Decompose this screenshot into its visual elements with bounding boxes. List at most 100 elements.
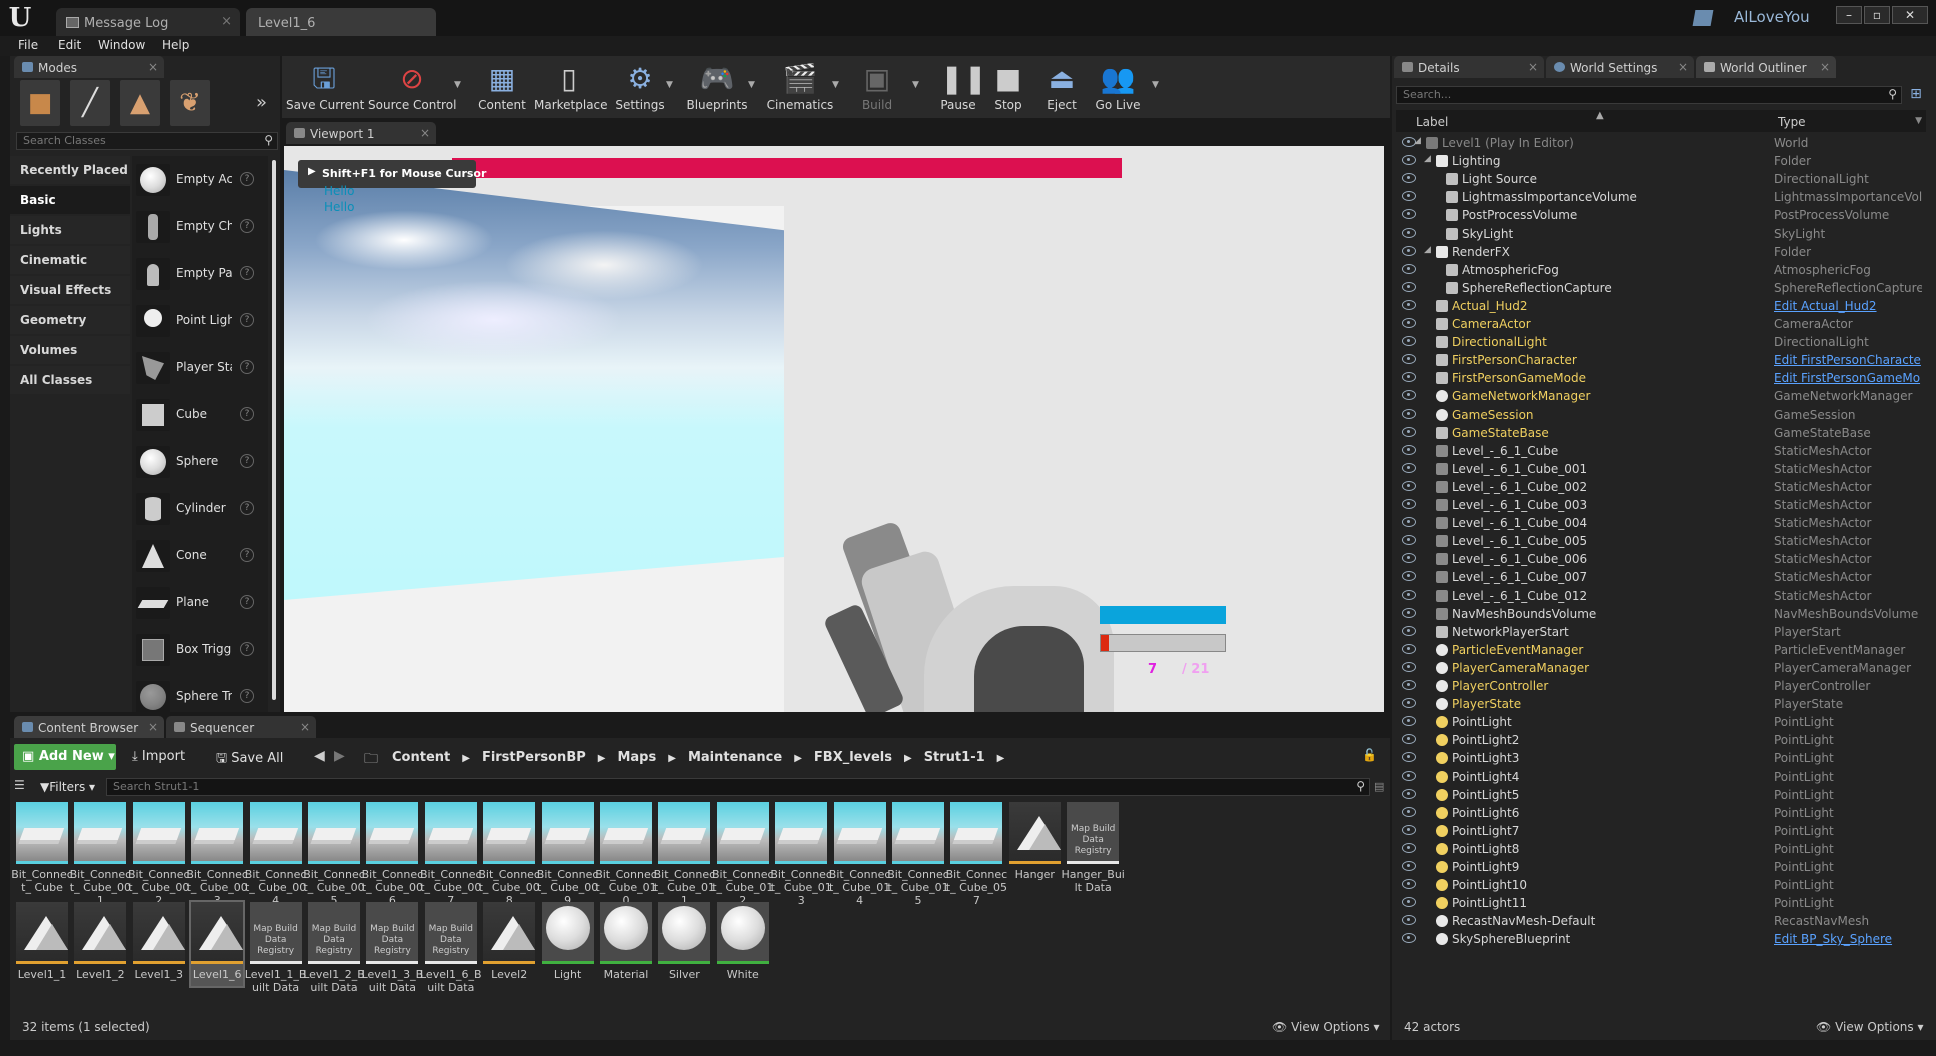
eye-icon[interactable] xyxy=(1402,444,1416,455)
eye-icon[interactable] xyxy=(1402,263,1416,274)
help-icon[interactable]: ? xyxy=(240,548,254,562)
build-button[interactable]: ▣ Build xyxy=(852,60,902,116)
settings-button[interactable]: ⚙ Settings xyxy=(610,60,670,116)
asset-tile[interactable]: Material xyxy=(600,902,652,986)
asset-tile[interactable]: Map Build Data Registry Level1_1_Built Da… xyxy=(245,902,306,994)
outliner-row[interactable]: PointLight8 PointLight xyxy=(1396,840,1924,858)
outliner-row[interactable]: GameNetworkManager GameNetworkManager xyxy=(1396,387,1924,405)
eye-icon[interactable] xyxy=(1402,227,1416,238)
marketplace-button[interactable]: ▯ Marketplace xyxy=(534,60,608,116)
eye-icon[interactable] xyxy=(1402,625,1416,636)
expand-arrow-icon[interactable]: ◢ xyxy=(1424,154,1431,164)
close-icon[interactable]: × xyxy=(1678,60,1688,74)
edit-blueprint-link[interactable]: Edit BP_Sky_Sphere xyxy=(1774,932,1922,946)
outliner-row[interactable]: PlayerCameraManager PlayerCameraManager xyxy=(1396,659,1924,677)
eye-icon[interactable] xyxy=(1402,861,1416,871)
eye-icon[interactable] xyxy=(1402,408,1416,419)
breadcrumb-item[interactable]: Maps xyxy=(617,750,656,765)
place-item[interactable]: Cone? xyxy=(132,534,262,578)
eye-icon[interactable] xyxy=(1402,698,1416,709)
save-search-icon[interactable]: ▤ xyxy=(1374,780,1384,793)
breadcrumb-item[interactable]: FBX_levels xyxy=(814,750,892,765)
help-icon[interactable]: ? xyxy=(240,313,254,327)
tab-modes[interactable]: Modes × xyxy=(14,56,164,78)
outliner-row[interactable]: SkySphereBlueprint Edit BP_Sky_Sphere xyxy=(1396,930,1924,948)
eye-icon[interactable] xyxy=(1402,661,1416,672)
asset-tile[interactable]: Bit_Connect_ Cube_008 xyxy=(478,802,540,907)
outliner-row[interactable]: PointLight11 PointLight xyxy=(1396,894,1924,912)
asset-tile[interactable]: White xyxy=(716,902,769,986)
outliner-row[interactable]: Level_-_6_1_Cube_012 StaticMeshActor xyxy=(1396,587,1924,605)
eye-icon[interactable] xyxy=(1402,426,1416,437)
eye-icon[interactable] xyxy=(1402,806,1416,817)
asset-tile[interactable]: Light xyxy=(541,902,594,986)
add-filter-icon[interactable]: ⊞ xyxy=(1906,86,1926,104)
category-recently-placed[interactable]: Recently Placed xyxy=(10,156,130,184)
category-volumes[interactable]: Volumes xyxy=(10,336,130,364)
breadcrumb-separator-icon[interactable]: ▶ xyxy=(997,753,1005,764)
paint-mode-icon[interactable]: ╱ xyxy=(70,80,110,126)
asset-tile[interactable]: Level2 xyxy=(483,902,536,986)
content-button[interactable]: ▦ Content xyxy=(472,60,532,116)
outliner-row[interactable]: Actual_Hud2 Edit Actual_Hud2 xyxy=(1396,297,1924,315)
outliner-row[interactable]: PointLight6 PointLight xyxy=(1396,804,1924,822)
source-control-button[interactable]: ⊘ Source Control xyxy=(368,60,456,116)
asset-tile[interactable]: Bit_Connect_ Cube_007 xyxy=(420,802,482,907)
help-icon[interactable]: ? xyxy=(240,501,254,515)
close-icon[interactable]: × xyxy=(1528,60,1538,74)
eye-icon[interactable] xyxy=(1402,589,1416,600)
eye-icon[interactable] xyxy=(1402,354,1416,365)
outliner-row[interactable]: Level_-_6_1_Cube_003 StaticMeshActor xyxy=(1396,496,1924,514)
folder-icon[interactable]: 🗀 xyxy=(364,748,378,772)
breadcrumb-item[interactable]: Strut1-1 xyxy=(924,750,985,765)
outliner-row[interactable]: PointLight9 PointLight xyxy=(1396,858,1924,876)
breadcrumb-separator-icon[interactable]: ▶ xyxy=(598,753,606,764)
category-basic[interactable]: Basic xyxy=(10,186,130,214)
eject-button[interactable]: ⏏ Eject xyxy=(1038,60,1086,116)
chevron-down-icon[interactable]: ▼ xyxy=(1152,80,1159,90)
add-new-button[interactable]: ▣ Add New ▾ xyxy=(14,744,116,770)
breadcrumb-separator-icon[interactable]: ▶ xyxy=(794,753,802,764)
asset-tile[interactable]: Bit_Connect_ Cube_006 xyxy=(362,802,423,907)
outliner-row[interactable]: FirstPersonGameMode Edit FirstPersonGameM… xyxy=(1396,369,1924,387)
category-geometry[interactable]: Geometry xyxy=(10,306,130,334)
filters-button[interactable]: ▼Filters ▾ xyxy=(40,780,95,794)
outliner-row[interactable]: PointLight7 PointLight xyxy=(1396,822,1924,840)
close-icon[interactable]: × xyxy=(300,720,310,734)
source-control-icon[interactable] xyxy=(1692,10,1714,26)
outliner-row[interactable]: ParticleEventManager ParticleEventManager xyxy=(1396,641,1924,659)
tab-viewport-1[interactable]: Viewport 1 × xyxy=(286,122,436,144)
view-options-button[interactable]: 👁 View Options ▾ xyxy=(1272,1020,1380,1034)
column-type[interactable]: Type xyxy=(1778,115,1806,129)
tab-content-browser[interactable]: Content Browser × xyxy=(14,716,164,738)
place-item[interactable]: Player Sta? xyxy=(132,346,262,390)
menu-help[interactable]: Help xyxy=(162,38,189,52)
minimize-button[interactable]: – xyxy=(1836,6,1862,24)
outliner-search-input[interactable]: Search... ⚲ xyxy=(1396,86,1902,104)
place-item[interactable]: Plane? xyxy=(132,581,262,625)
category-visual-effects[interactable]: Visual Effects xyxy=(10,276,130,304)
import-button[interactable]: ⤓ Import xyxy=(132,749,185,764)
eye-icon[interactable] xyxy=(1402,281,1416,292)
place-item[interactable]: Empty Cha? xyxy=(132,205,262,249)
menu-window[interactable]: Window xyxy=(98,38,145,52)
place-item[interactable]: Box Trigg? xyxy=(132,628,262,672)
column-label[interactable]: Label xyxy=(1416,115,1448,129)
cinematics-button[interactable]: 🎬 Cinematics xyxy=(766,60,834,116)
help-icon[interactable]: ? xyxy=(240,172,254,186)
asset-tile[interactable]: Silver xyxy=(658,902,711,986)
asset-tile[interactable]: Map Build Data Registry Hanger_Built Data xyxy=(1062,802,1125,894)
outliner-row[interactable]: NetworkPlayerStart PlayerStart xyxy=(1396,623,1924,641)
maximize-button[interactable]: ▫ xyxy=(1864,6,1890,24)
eye-icon[interactable] xyxy=(1402,173,1416,184)
breadcrumb-separator-icon[interactable]: ▶ xyxy=(668,753,676,764)
chevron-down-icon[interactable]: ▼ xyxy=(748,80,755,90)
eye-icon[interactable] xyxy=(1402,191,1416,202)
edit-blueprint-link[interactable]: Edit Actual_Hud2 xyxy=(1774,299,1922,313)
help-icon[interactable]: ? xyxy=(240,266,254,280)
asset-tile[interactable]: Bit_Connect_ Cube_005 xyxy=(303,802,365,907)
eye-icon[interactable] xyxy=(1402,462,1416,473)
edit-blueprint-link[interactable]: Edit FirstPersonCharacte xyxy=(1774,353,1922,367)
chevron-down-icon[interactable]: ▼ xyxy=(912,80,919,90)
place-item[interactable]: Cube? xyxy=(132,393,262,437)
